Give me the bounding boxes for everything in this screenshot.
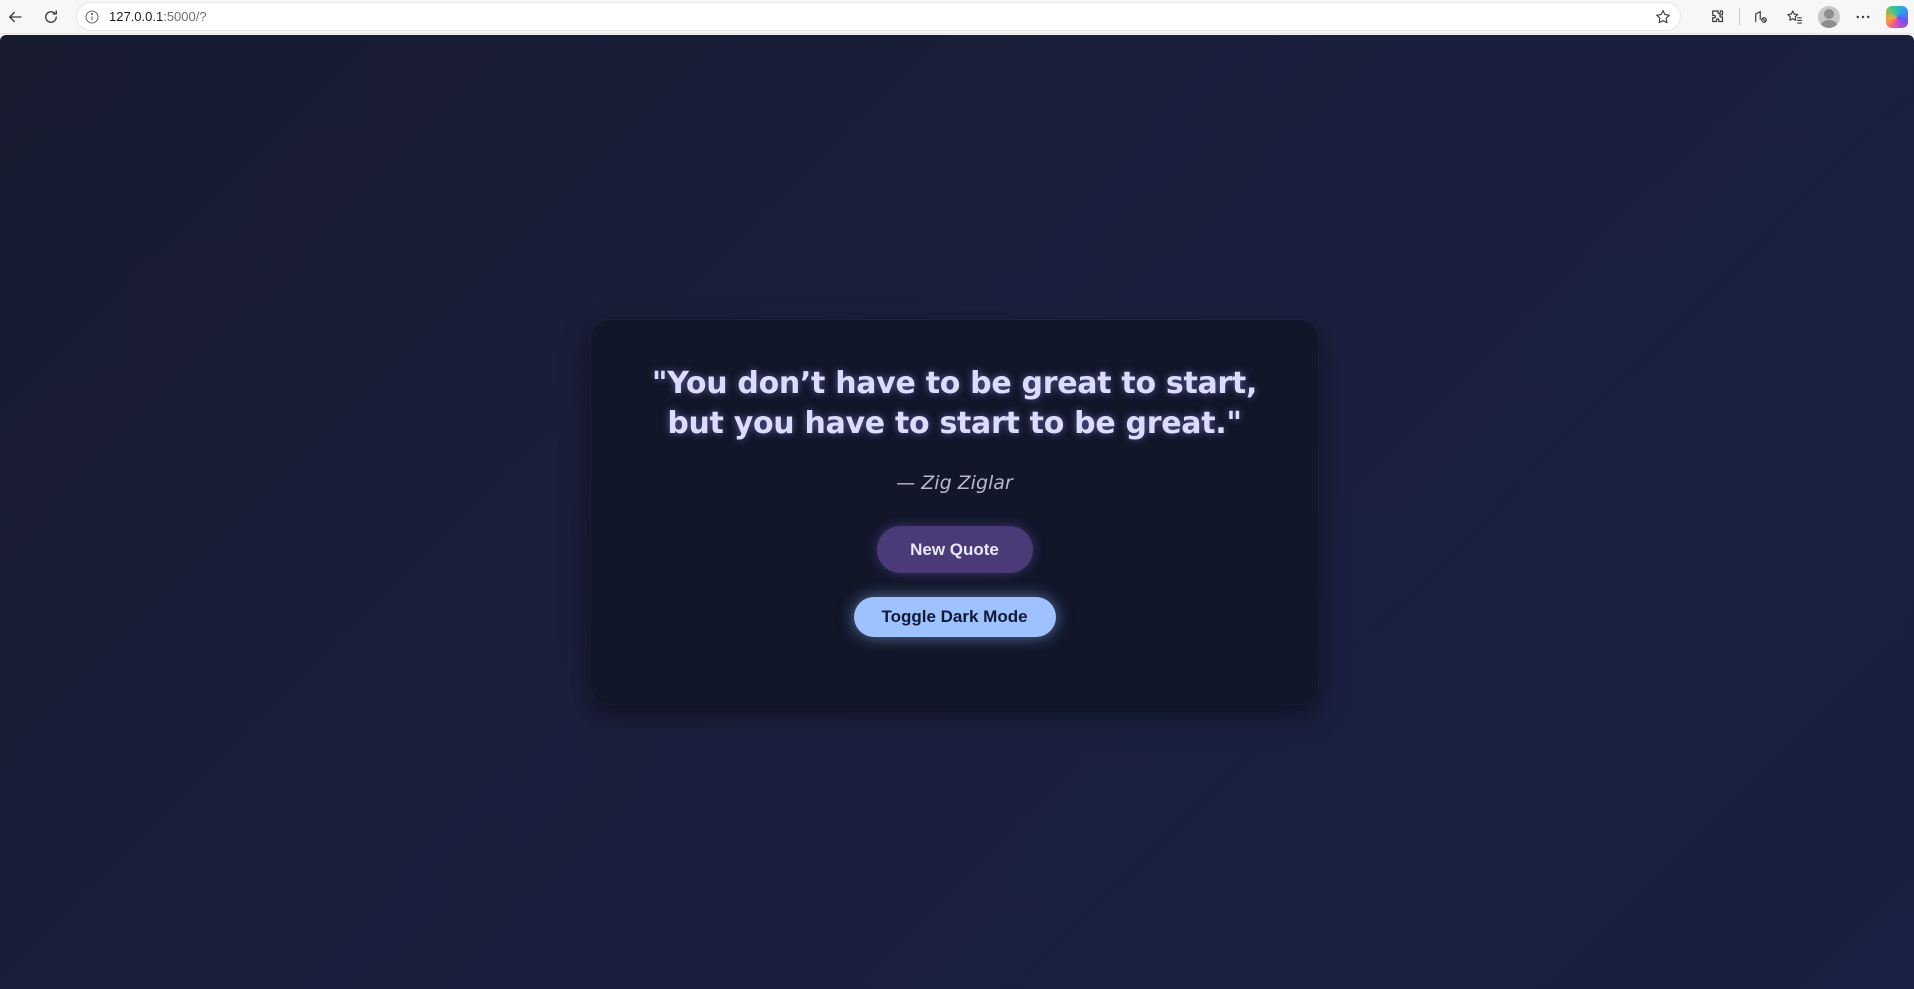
toolbar-separator <box>1739 8 1740 26</box>
reload-button[interactable] <box>36 2 66 32</box>
site-info-icon[interactable] <box>83 8 101 26</box>
more-icon <box>1856 15 1870 19</box>
address-bar[interactable]: 127.0.0.1:5000/? <box>76 2 1681 31</box>
toggle-dark-mode-button[interactable]: Toggle Dark Mode <box>853 597 1056 637</box>
read-aloud-icon <box>1755 10 1767 23</box>
page-viewport: "You don’t have to be great to start, bu… <box>0 35 1914 989</box>
quote-author: — Zig Ziglar <box>896 472 1013 494</box>
quote-card: "You don’t have to be great to start, bu… <box>591 320 1318 704</box>
profile-avatar <box>1818 6 1840 28</box>
copilot-button[interactable] <box>1880 2 1914 32</box>
url-path: :5000/? <box>163 9 207 24</box>
new-quote-button[interactable]: New Quote <box>876 526 1033 573</box>
quote-text: "You don’t have to be great to start, bu… <box>651 366 1258 441</box>
read-aloud-button[interactable] <box>1744 2 1778 32</box>
extensions-icon <box>1712 10 1724 23</box>
more-button[interactable] <box>1846 2 1880 32</box>
extensions-button[interactable] <box>1701 2 1735 32</box>
reload-icon <box>45 9 57 23</box>
url-host: 127.0.0.1 <box>109 9 164 24</box>
back-arrow-icon <box>9 11 22 22</box>
star-icon[interactable] <box>1654 8 1672 26</box>
profile-button[interactable] <box>1812 2 1846 32</box>
favorites-button[interactable] <box>1778 2 1812 32</box>
browser-toolbar: 127.0.0.1:5000/? <box>0 0 1914 34</box>
url-text[interactable]: 127.0.0.1:5000/? <box>109 9 207 24</box>
browser-right-icons <box>1701 0 1914 34</box>
back-button[interactable] <box>0 2 30 32</box>
copilot-icon <box>1886 6 1908 28</box>
favorites-icon <box>1787 10 1802 24</box>
